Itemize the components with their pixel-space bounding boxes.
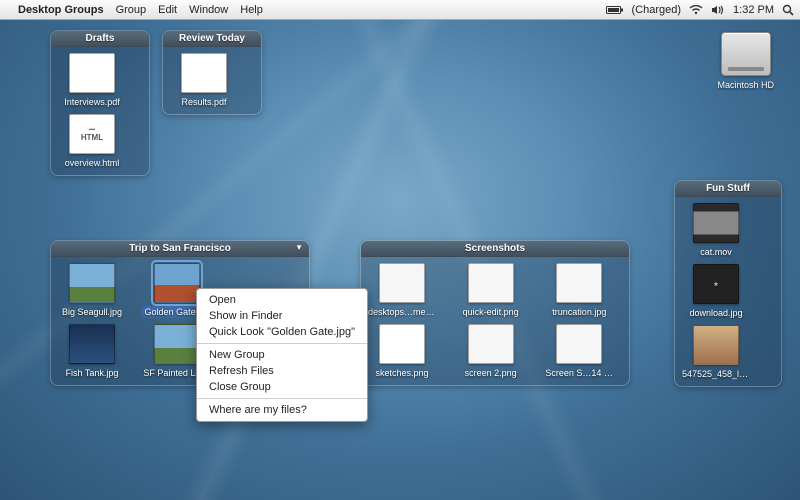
image-icon <box>556 324 602 364</box>
file-item[interactable]: screen 2.png <box>452 322 530 381</box>
file-label: 547525_458_lucy.jpg <box>678 368 754 380</box>
ctx-refresh[interactable]: Refresh Files <box>197 363 367 379</box>
ctx-open[interactable]: Open <box>197 292 367 308</box>
file-item[interactable]: Big Seagull.jpg <box>53 261 131 320</box>
ctx-separator <box>197 343 367 344</box>
ctx-new-group[interactable]: New Group <box>197 347 367 363</box>
file-label: overview.html <box>61 157 124 169</box>
file-label: sketches.png <box>371 367 432 379</box>
group-header[interactable]: Fun Stuff <box>675 181 781 197</box>
file-item[interactable]: Fish Tank.jpg <box>53 322 131 381</box>
menu-edit[interactable]: Edit <box>158 4 177 16</box>
file-label: screen 2.png <box>461 367 521 379</box>
file-item[interactable]: ━━HTML overview.html <box>53 112 131 171</box>
ctx-separator <box>197 398 367 399</box>
file-item[interactable]: Interviews.pdf <box>53 51 131 110</box>
image-icon <box>468 263 514 303</box>
group-screenshots[interactable]: Screenshots desktops…menu.png quick-edit… <box>360 240 630 386</box>
group-review[interactable]: Review Today Results.pdf <box>162 30 262 115</box>
file-label: Results.pdf <box>177 96 230 108</box>
hard-disk-icon <box>721 32 771 76</box>
movie-icon <box>693 203 739 243</box>
clock[interactable]: 1:32 PM <box>733 4 774 16</box>
file-label: truncation.jpg <box>548 306 610 318</box>
group-header[interactable]: Review Today <box>163 31 261 47</box>
file-item[interactable]: cat.mov <box>677 201 755 260</box>
status-area: (Charged) 1:32 PM <box>606 4 795 16</box>
image-icon <box>468 324 514 364</box>
battery-text: (Charged) <box>632 4 682 16</box>
file-label: Big Seagull.jpg <box>58 306 126 318</box>
html-icon: ━━HTML <box>69 114 115 154</box>
file-item[interactable]: ★ download.jpg <box>677 262 755 321</box>
file-label: quick-edit.png <box>459 306 523 318</box>
menu-help[interactable]: Help <box>240 4 263 16</box>
spotlight-icon[interactable] <box>782 4 794 16</box>
app-menu[interactable]: Desktop Groups <box>18 4 104 16</box>
volume-icon[interactable] <box>711 5 725 15</box>
group-header[interactable]: Trip to San Francisco ▼ <box>51 241 309 257</box>
wifi-icon[interactable] <box>689 5 703 15</box>
menu-window[interactable]: Window <box>189 4 228 16</box>
file-item[interactable]: desktops…menu.png <box>363 261 441 320</box>
file-label: cat.mov <box>696 246 736 258</box>
file-item[interactable]: quick-edit.png <box>452 261 530 320</box>
ctx-show-in-finder[interactable]: Show in Finder <box>197 308 367 324</box>
file-item[interactable]: Results.pdf <box>165 51 243 110</box>
desktop[interactable]: Macintosh HD Drafts Interviews.pdf ━━HTM… <box>0 20 800 500</box>
file-label: desktops…menu.png <box>364 306 440 318</box>
group-fun[interactable]: Fun Stuff cat.mov ★ download.jpg 547525_4… <box>674 180 782 387</box>
pdf-icon <box>69 53 115 93</box>
image-icon <box>693 325 739 365</box>
ctx-close-group[interactable]: Close Group <box>197 379 367 395</box>
volume-macintosh-hd[interactable]: Macintosh HD <box>713 32 778 91</box>
context-menu: Open Show in Finder Quick Look "Golden G… <box>196 288 368 422</box>
image-icon <box>69 263 115 303</box>
file-item[interactable]: 547525_458_lucy.jpg <box>677 323 755 382</box>
chevron-down-icon[interactable]: ▼ <box>295 243 303 252</box>
file-item[interactable]: Screen S…14 PM.png <box>540 322 618 381</box>
file-label: download.jpg <box>685 307 746 319</box>
file-label: Screen S…14 PM.png <box>541 367 617 379</box>
image-icon <box>154 263 200 303</box>
file-item[interactable]: sketches.png <box>363 322 441 381</box>
image-icon <box>379 324 425 364</box>
image-icon <box>556 263 602 303</box>
group-header[interactable]: Screenshots <box>361 241 629 257</box>
image-icon <box>69 324 115 364</box>
file-label: Fish Tank.jpg <box>62 367 123 379</box>
menubar: Desktop Groups Group Edit Window Help (C… <box>0 0 800 20</box>
file-item[interactable]: truncation.jpg <box>540 261 618 320</box>
image-icon <box>154 324 200 364</box>
ctx-where-files[interactable]: Where are my files? <box>197 402 367 418</box>
menu-group[interactable]: Group <box>116 4 147 16</box>
file-label: Interviews.pdf <box>60 96 124 108</box>
pdf-icon <box>181 53 227 93</box>
battery-icon[interactable] <box>606 5 624 15</box>
image-icon: ★ <box>693 264 739 304</box>
volume-label: Macintosh HD <box>713 79 778 91</box>
group-drafts[interactable]: Drafts Interviews.pdf ━━HTML overview.ht… <box>50 30 150 176</box>
ctx-quick-look[interactable]: Quick Look "Golden Gate.jpg" <box>197 324 367 340</box>
image-icon <box>379 263 425 303</box>
group-header[interactable]: Drafts <box>51 31 149 47</box>
